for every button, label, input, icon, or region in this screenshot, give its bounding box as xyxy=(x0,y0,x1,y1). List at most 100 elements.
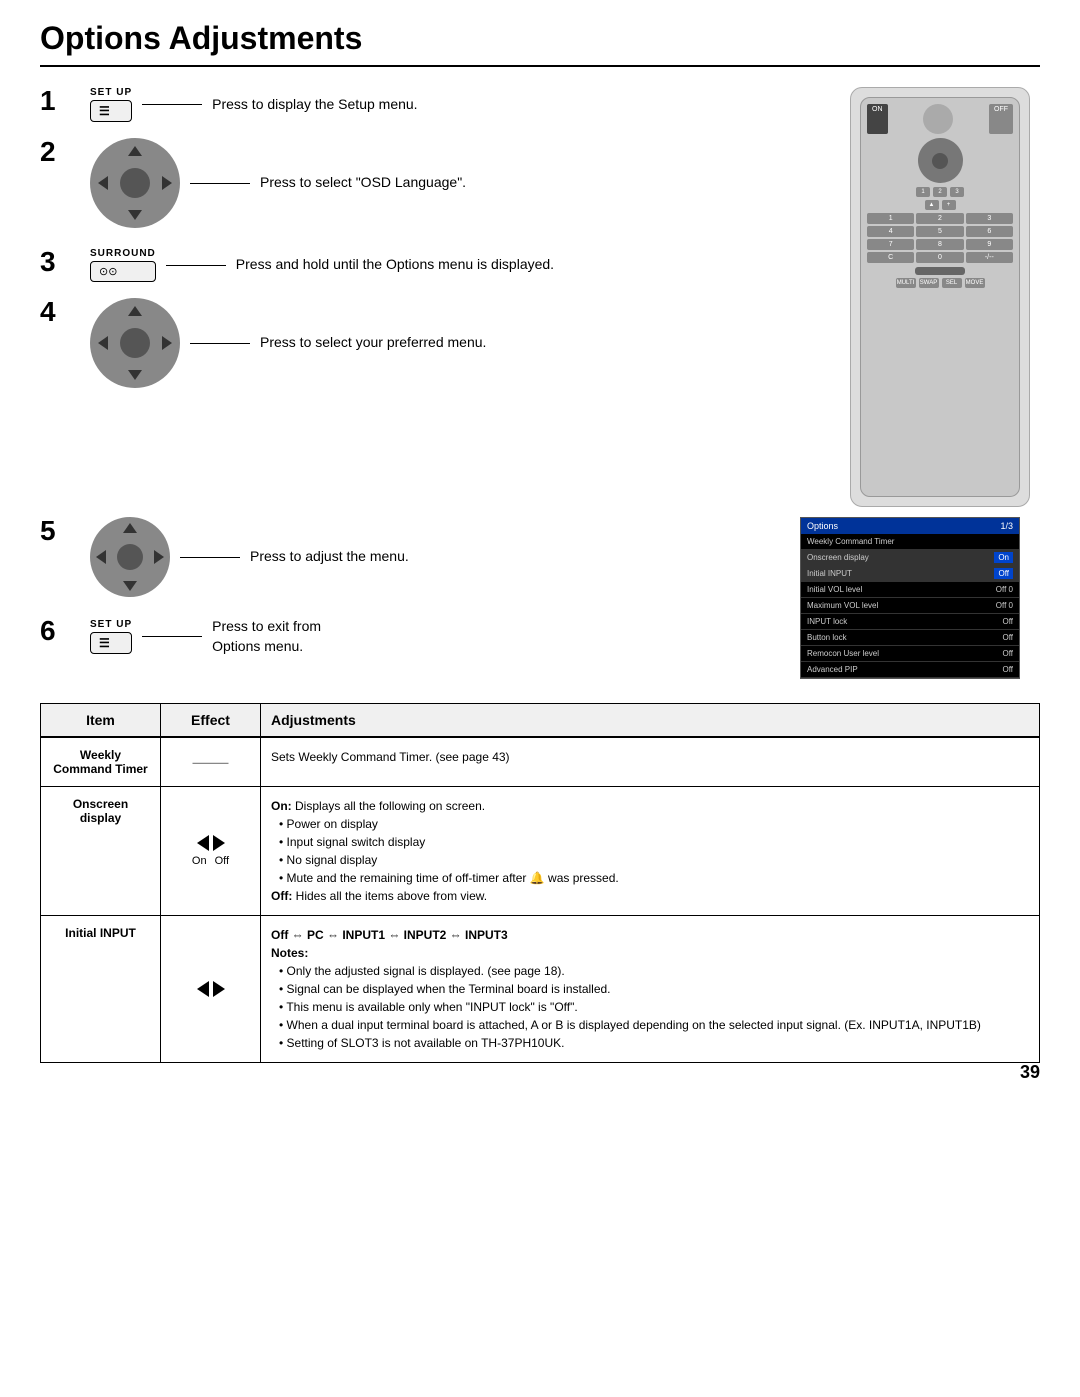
remote-num-4[interactable]: 4 xyxy=(867,226,914,237)
remote-num-5[interactable]: 5 xyxy=(916,226,963,237)
options-menu: Options 1/3 Weekly Command Timer Onscree… xyxy=(800,517,1020,679)
initial-input-note-1: • Only the adjusted signal is displayed.… xyxy=(279,964,565,978)
remote-swap[interactable]: SWAP xyxy=(919,278,939,288)
step3-text: Press and hold until the Options menu is… xyxy=(236,255,554,275)
options-row-advanced-pip-label: Advanced PIP xyxy=(807,665,858,674)
options-row-vol-level-label: Initial VOL level xyxy=(807,585,862,594)
dpad-left-5[interactable] xyxy=(96,550,106,564)
options-row-onscreen-value: On xyxy=(994,552,1013,563)
remote-select[interactable]: SEL xyxy=(942,278,962,288)
options-row-remocon-value: Off xyxy=(1002,649,1013,658)
page-title: Options Adjustments xyxy=(40,20,1040,67)
onscreen-adj-text: On: Displays all the following on screen… xyxy=(271,797,1029,905)
options-row-input-lock-label: INPUT lock xyxy=(807,617,847,626)
remote-num-8[interactable]: 8 xyxy=(916,239,963,250)
setup-button-6[interactable]: ☰ xyxy=(90,632,132,654)
options-row-advanced-pip-value: Off xyxy=(1002,665,1013,674)
remote-multi-pip[interactable]: MULTI xyxy=(896,278,916,288)
dpad-left-2[interactable] xyxy=(98,176,108,190)
table-cell-weekly-adj: Sets Weekly Command Timer. (see page 43) xyxy=(261,738,1039,786)
step-1: 1 SET UP ☰ Press to display the Setup me… xyxy=(40,87,820,122)
remote-num-C[interactable]: C xyxy=(867,252,914,263)
onscreen-off-text: Hides all the items above from view. xyxy=(296,889,487,903)
dpad-right-2[interactable] xyxy=(162,176,172,190)
dpad-up-5[interactable] xyxy=(123,523,137,533)
remote-num-3[interactable]: 3 xyxy=(966,213,1013,224)
table-header-adjustments: Adjustments xyxy=(261,704,1039,736)
dpad-down-5[interactable] xyxy=(123,581,137,591)
options-row-remocon: Remocon User level Off xyxy=(801,646,1019,662)
dpad-4[interactable] xyxy=(90,298,180,388)
remote-num-6[interactable]: 6 xyxy=(966,226,1013,237)
dpad-center-4[interactable] xyxy=(120,328,150,358)
effect-dash-weekly: —— xyxy=(193,752,229,773)
dpad-left-4[interactable] xyxy=(98,336,108,350)
dpad-right-4[interactable] xyxy=(162,336,172,350)
options-row-initial-input-value: Off xyxy=(994,568,1013,579)
remote-num-2[interactable]: 2 xyxy=(916,213,963,224)
remote-off-btn[interactable]: OFF xyxy=(989,104,1013,134)
onscreen-bullet-2: • Input signal switch display xyxy=(279,835,425,849)
remote-num-7[interactable]: 7 xyxy=(867,239,914,250)
setup-button-1[interactable]: ☰ xyxy=(90,100,132,122)
options-header-label: Options xyxy=(807,521,838,531)
dpad-right-5[interactable] xyxy=(154,550,164,564)
surround-button[interactable]: ⊙⊙ xyxy=(90,261,156,282)
remote-num-dash[interactable]: -/-- xyxy=(966,252,1013,263)
options-menu-box: Options 1/3 Weekly Command Timer Onscree… xyxy=(800,517,1040,679)
options-row-vol-level-value: Off 0 xyxy=(996,585,1013,594)
dpad-up-2[interactable] xyxy=(128,146,142,156)
remote-btn-ch-up[interactable]: ▲ xyxy=(925,200,939,210)
arrow-right-onscreen xyxy=(213,835,225,851)
remote-btn-2[interactable]: 2 xyxy=(933,187,947,197)
remote-btn-3[interactable]: 3 xyxy=(950,187,964,197)
remote-move[interactable]: MOVE xyxy=(965,278,985,288)
options-row-onscreen: Onscreen display On xyxy=(801,550,1019,566)
remote-dpad[interactable] xyxy=(918,138,963,183)
options-row-max-vol-value: Off 0 xyxy=(996,601,1013,610)
table-cell-initial-input-adj: Off ⇔ PC ⇔ INPUT1 ⇔ INPUT2 ⇔ INPUT3 Note… xyxy=(261,916,1039,1062)
step-5: 5 Press to adjust the menu. xyxy=(40,517,780,597)
options-row-initial-input-label: Initial INPUT xyxy=(807,569,852,578)
dpad-down-4[interactable] xyxy=(128,370,142,380)
remote-dpad-center[interactable] xyxy=(932,153,948,169)
initial-input-note-3: • This menu is available only when "INPU… xyxy=(279,1000,578,1014)
remote-btn-vol-plus[interactable]: + xyxy=(942,200,956,210)
options-row-button-lock-value: Off xyxy=(1002,633,1013,642)
options-row-weekly-label: Weekly Command Timer xyxy=(807,537,894,546)
remote-num-1[interactable]: 1 xyxy=(867,213,914,224)
options-row-vol-level: Initial VOL level Off 0 xyxy=(801,582,1019,598)
step-3: 3 SURROUND ⊙⊙ Press and hold until the O… xyxy=(40,248,820,282)
remote-num-0[interactable]: 0 xyxy=(916,252,963,263)
remote-num-9[interactable]: 9 xyxy=(966,239,1013,250)
remote-on-btn[interactable]: ON xyxy=(867,104,888,134)
effect-arrows-onscreen xyxy=(197,835,225,851)
options-row-button-lock-label: Button lock xyxy=(807,633,847,642)
options-header-page: 1/3 xyxy=(1000,521,1013,531)
off-label-onscreen: Off xyxy=(215,855,229,867)
table-cell-onscreen-item: Onscreen display xyxy=(41,787,161,915)
step-number-3: 3 xyxy=(40,248,80,276)
options-row-max-vol-label: Maximum VOL level xyxy=(807,601,878,610)
dpad-2[interactable] xyxy=(90,138,180,228)
arrow-left-initial-input xyxy=(197,981,209,997)
dpad-center-5[interactable] xyxy=(117,544,143,570)
step3-label: SURROUND xyxy=(90,248,156,259)
connector-line-6 xyxy=(142,636,202,637)
options-row-remocon-label: Remocon User level xyxy=(807,649,879,658)
onscreen-off-bold: Off: xyxy=(271,889,292,903)
table-cell-initial-input-effect xyxy=(161,916,261,1062)
step1-text: Press to display the Setup menu. xyxy=(212,95,417,115)
onscreen-bullet-3: • No signal display xyxy=(279,853,377,867)
dpad-center-2[interactable] xyxy=(120,168,150,198)
step5-text: Press to adjust the menu. xyxy=(250,547,409,567)
table-cell-onscreen-adj: On: Displays all the following on screen… xyxy=(261,787,1039,915)
dpad-5[interactable] xyxy=(90,517,170,597)
dpad-down-2[interactable] xyxy=(128,210,142,220)
remote-btn-1[interactable]: 1 xyxy=(916,187,930,197)
step-number-4: 4 xyxy=(40,298,80,326)
dpad-up-4[interactable] xyxy=(128,306,142,316)
initial-input-note-4: • When a dual input terminal board is at… xyxy=(279,1018,981,1032)
step-2: 2 Press to select "OSD Language". xyxy=(40,138,820,228)
options-row-button-lock: Button lock Off xyxy=(801,630,1019,646)
